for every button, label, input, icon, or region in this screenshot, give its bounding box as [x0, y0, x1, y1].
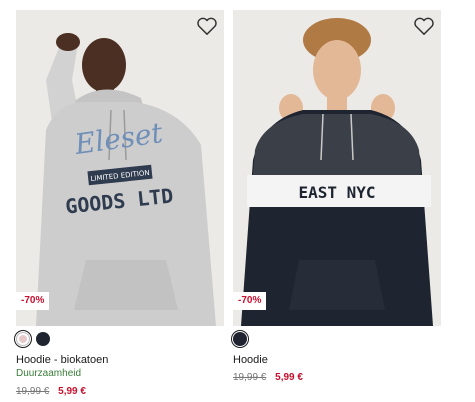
heart-outline-icon[interactable] — [196, 16, 218, 36]
price-block: 19,99 € 5,99 € — [233, 372, 441, 384]
discount-badge: -70% — [16, 292, 50, 310]
sale-price: 5,99 € — [58, 386, 86, 397]
color-swatch-light-grey[interactable] — [16, 332, 30, 346]
color-swatch-navy[interactable] — [233, 332, 247, 346]
old-price: 19,99 € — [233, 372, 267, 383]
product-photo: Eleset LIMITED EDITION GOODS LTD — [16, 10, 224, 326]
product-title[interactable]: Hoodie - biokatoen — [16, 354, 224, 367]
product-card[interactable]: EAST NYC -70% Hoodie 19,99 € 5,99 € — [233, 10, 441, 384]
sale-price: 5,99 € — [275, 372, 303, 383]
color-swatches — [16, 332, 224, 348]
sustainability-label: Duurzaamheid — [16, 368, 82, 379]
old-price: 19,99 € — [16, 386, 50, 397]
price-block: 19,99 € 5,99 € — [16, 386, 224, 398]
product-image[interactable]: EAST NYC -70% — [233, 10, 441, 326]
color-swatches — [233, 332, 441, 348]
product-image[interactable]: Eleset LIMITED EDITION GOODS LTD -70% — [16, 10, 224, 326]
discount-badge: -70% — [233, 292, 267, 310]
print-east-nyc-text: EAST NYC — [298, 183, 375, 202]
product-card[interactable]: Eleset LIMITED EDITION GOODS LTD -70% Ho… — [16, 10, 224, 398]
color-swatch-navy[interactable] — [36, 332, 50, 346]
heart-outline-icon[interactable] — [413, 16, 435, 36]
product-photo: EAST NYC — [233, 10, 441, 326]
product-title[interactable]: Hoodie — [233, 354, 441, 367]
